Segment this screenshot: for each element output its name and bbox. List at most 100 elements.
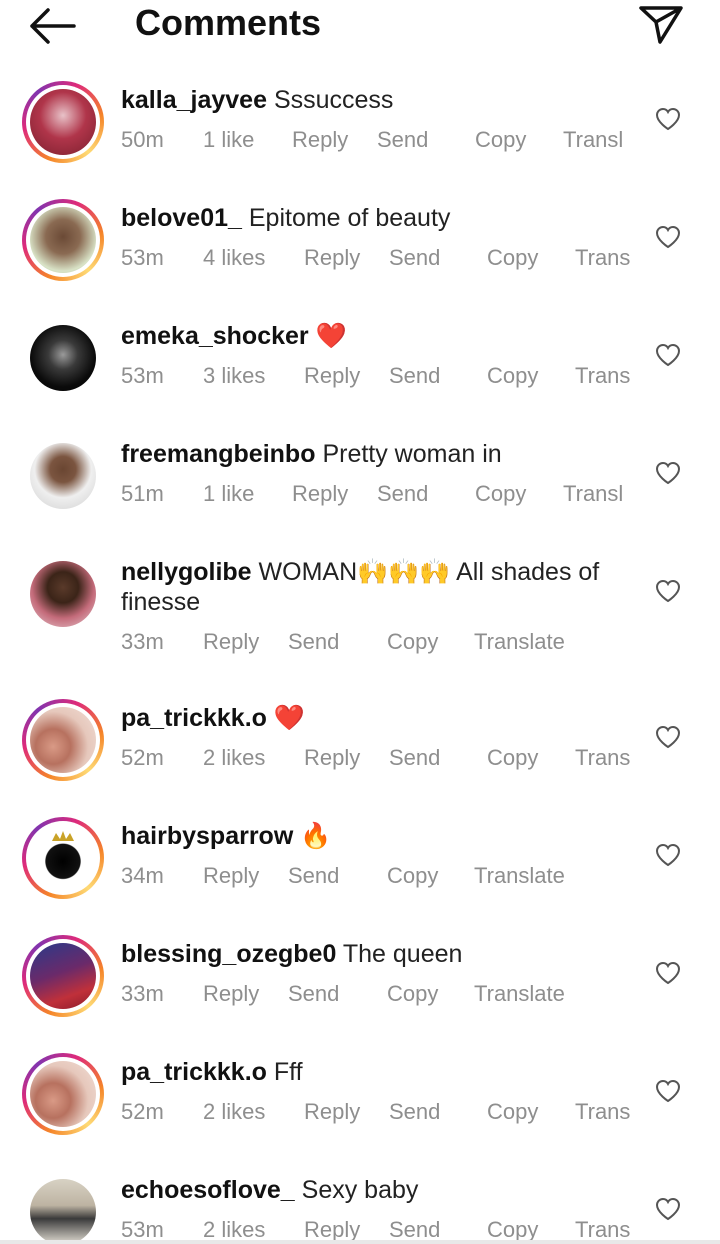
send-button[interactable]: Send	[377, 481, 428, 507]
comment-item: blessing_ozegbe0 The queen 33m Reply Sen…	[0, 935, 720, 1053]
heart-icon[interactable]	[655, 461, 681, 485]
avatar[interactable]	[22, 1053, 104, 1135]
comment-time: 50m	[121, 127, 164, 152]
copy-button[interactable]: Copy	[487, 1099, 538, 1125]
username-link[interactable]: emeka_shocker	[121, 322, 309, 350]
comment-actions: 33m Reply Send Copy Translate	[121, 629, 641, 657]
send-button[interactable]: Send	[389, 745, 440, 771]
username-link[interactable]: blessing_ozegbe0	[121, 940, 336, 968]
username-link[interactable]: freemangbeinbo	[121, 440, 315, 468]
avatar[interactable]	[22, 199, 104, 281]
translate-button[interactable]: Trans	[575, 1217, 630, 1240]
reply-button[interactable]: Reply	[203, 981, 259, 1007]
back-button[interactable]	[28, 8, 78, 44]
copy-button[interactable]: Copy	[487, 1217, 538, 1240]
username-link[interactable]: pa_trickkk.o	[121, 704, 267, 732]
reply-button[interactable]: Reply	[292, 481, 348, 507]
copy-button[interactable]: Copy	[487, 745, 538, 771]
avatar[interactable]	[22, 1171, 104, 1240]
heart-icon[interactable]	[655, 225, 681, 249]
reply-button[interactable]: Reply	[203, 863, 259, 889]
heart-icon[interactable]	[655, 725, 681, 749]
copy-button[interactable]: Copy	[487, 363, 538, 389]
likes-count[interactable]: 2 likes	[203, 745, 265, 771]
username-link[interactable]: belove01_	[121, 204, 242, 232]
comment-text: freemangbeinbo Pretty woman in	[121, 439, 621, 469]
comment-item: emeka_shocker ❤️ 53m 3 likes Reply Send …	[0, 317, 720, 435]
username-link[interactable]: kalla_jayvee	[121, 86, 267, 114]
heart-icon[interactable]	[655, 1079, 681, 1103]
translate-button[interactable]: Translate	[474, 629, 565, 655]
comment-item: kalla_jayvee Sssuccess 50m 1 like Reply …	[0, 81, 720, 199]
heart-icon[interactable]	[655, 343, 681, 367]
comment-text: pa_trickkk.o Fff	[121, 1057, 621, 1087]
avatar[interactable]	[22, 317, 104, 399]
reply-button[interactable]: Reply	[304, 1217, 360, 1240]
heart-icon[interactable]	[655, 107, 681, 131]
likes-count[interactable]: 3 likes	[203, 363, 265, 389]
comment-actions: 33m Reply Send Copy Translate	[121, 981, 641, 1009]
avatar[interactable]	[22, 435, 104, 517]
comment-text: kalla_jayvee Sssuccess	[121, 85, 621, 115]
translate-button[interactable]: Translate	[474, 981, 565, 1007]
send-button[interactable]: Send	[389, 245, 440, 271]
likes-count[interactable]: 4 likes	[203, 245, 265, 271]
comment-time: 53m	[121, 245, 164, 270]
share-button[interactable]	[638, 4, 684, 46]
avatar[interactable]	[22, 699, 104, 781]
send-button[interactable]: Send	[288, 981, 339, 1007]
translate-button[interactable]: Trans	[575, 245, 630, 271]
send-button[interactable]: Send	[377, 127, 428, 153]
translate-button[interactable]: Trans	[575, 363, 630, 389]
username-link[interactable]: pa_trickkk.o	[121, 1058, 267, 1086]
copy-button[interactable]: Copy	[387, 981, 438, 1007]
reply-button[interactable]: Reply	[304, 245, 360, 271]
comment-item: belove01_ Epitome of beauty 53m 4 likes …	[0, 199, 720, 317]
send-button[interactable]: Send	[288, 629, 339, 655]
heart-icon[interactable]	[655, 579, 681, 603]
likes-count[interactable]: 2 likes	[203, 1099, 265, 1125]
send-button[interactable]: Send	[389, 1099, 440, 1125]
reply-button[interactable]: Reply	[292, 127, 348, 153]
translate-button[interactable]: Trans	[575, 1099, 630, 1125]
copy-button[interactable]: Copy	[475, 481, 526, 507]
comment-time: 52m	[121, 745, 164, 770]
likes-count[interactable]: 2 likes	[203, 1217, 265, 1240]
comment-time: 52m	[121, 1099, 164, 1124]
send-button[interactable]: Send	[288, 863, 339, 889]
reply-button[interactable]: Reply	[304, 363, 360, 389]
avatar[interactable]	[22, 553, 104, 635]
username-link[interactable]: hairbysparrow	[121, 822, 293, 850]
heart-icon[interactable]	[655, 1197, 681, 1221]
send-button[interactable]: Send	[389, 363, 440, 389]
reply-button[interactable]: Reply	[304, 1099, 360, 1125]
translate-button[interactable]: Translate	[474, 863, 565, 889]
username-link[interactable]: echoesoflove_	[121, 1176, 295, 1204]
comment-item: pa_trickkk.o Fff 52m 2 likes Reply Send …	[0, 1053, 720, 1171]
copy-button[interactable]: Copy	[387, 629, 438, 655]
username-link[interactable]: nellygolibe	[121, 558, 252, 586]
likes-count[interactable]: 1 like	[203, 127, 254, 153]
comment-text: emeka_shocker ❤️	[121, 321, 621, 351]
comment-body: ❤️	[315, 322, 347, 350]
likes-count[interactable]: 1 like	[203, 481, 254, 507]
avatar[interactable]	[22, 817, 104, 899]
comment-body: Fff	[273, 1058, 303, 1086]
comment-body: 🔥	[300, 822, 332, 850]
copy-button[interactable]: Copy	[387, 863, 438, 889]
translate-button[interactable]: Trans	[575, 745, 630, 771]
translate-button[interactable]: Transl	[563, 481, 623, 507]
send-button[interactable]: Send	[389, 1217, 440, 1240]
avatar[interactable]	[22, 81, 104, 163]
page-title: Comments	[135, 2, 322, 43]
heart-icon[interactable]	[655, 961, 681, 985]
heart-icon[interactable]	[655, 843, 681, 867]
avatar[interactable]	[22, 935, 104, 1017]
reply-button[interactable]: Reply	[304, 745, 360, 771]
reply-button[interactable]: Reply	[203, 629, 259, 655]
copy-button[interactable]: Copy	[487, 245, 538, 271]
translate-button[interactable]: Transl	[563, 127, 623, 153]
copy-button[interactable]: Copy	[475, 127, 526, 153]
comment-time: 34m	[121, 863, 164, 888]
comment-time: 33m	[121, 629, 164, 654]
